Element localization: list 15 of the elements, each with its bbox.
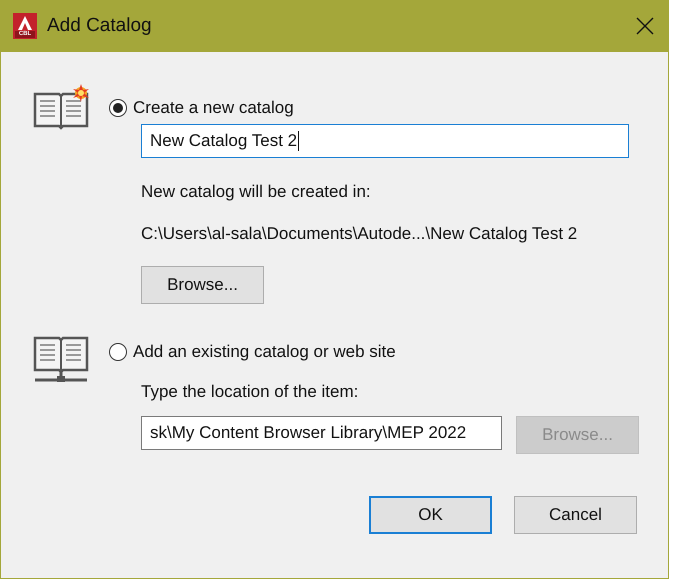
- radio-label[interactable]: Create a new catalog: [133, 98, 294, 118]
- location-field[interactable]: sk\My Content Browser Library\MEP 2022: [141, 416, 502, 450]
- radio-label[interactable]: Add an existing catalog or web site: [133, 342, 396, 362]
- info-label: New catalog will be created in:: [141, 182, 372, 202]
- app-logo-icon: [13, 13, 37, 39]
- cancel-button[interactable]: Cancel: [514, 496, 637, 534]
- catalog-path: C:\Users\al-sala\Documents\Autode...\New Catalog Test 2: [141, 224, 578, 244]
- window-title: Add Catalog: [47, 15, 153, 37]
- close-icon[interactable]: [636, 17, 654, 35]
- info-label: Type the location of the item:: [141, 382, 360, 402]
- browse-button[interactable]: Browse...: [141, 266, 264, 304]
- radio-button[interactable]: [109, 99, 127, 117]
- radio-button[interactable]: [109, 343, 127, 361]
- ok-button[interactable]: OK: [369, 496, 492, 534]
- catalog-name-field[interactable]: New Catalog Test 2: [141, 124, 629, 158]
